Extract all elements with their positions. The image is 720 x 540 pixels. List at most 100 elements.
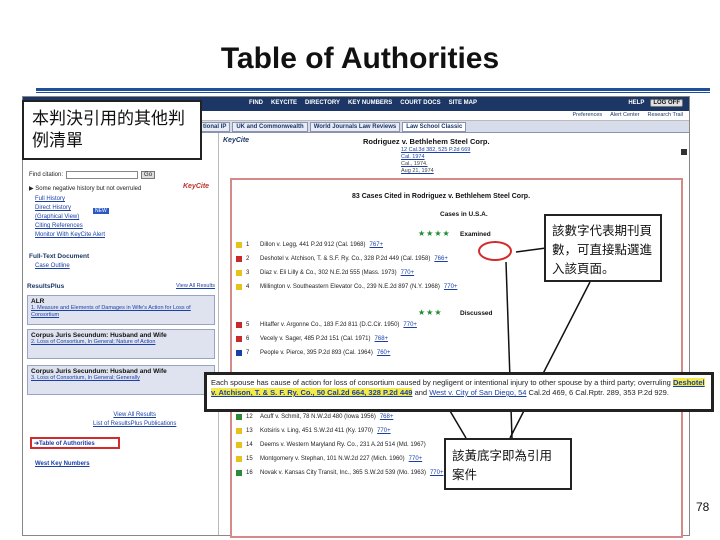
tab-law-school-classic[interactable]: Law School Classic: [402, 122, 467, 132]
page-number-link[interactable]: 770+: [444, 284, 458, 290]
monitor-keycite-link[interactable]: Monitor With KeyCite Alert: [35, 231, 105, 240]
case-text[interactable]: Kotsiris v. Ling, 451 S.W.2d 411 (Ky. 19…: [260, 428, 373, 434]
status-flag-icon: [236, 336, 242, 342]
status-flag-icon: [236, 322, 242, 328]
excerpt-tail: Cal.2d 469, 6 Cal.Rptr. 289, 353 P.2d 92…: [528, 388, 669, 397]
view-all-results-link[interactable]: View All Results: [93, 411, 176, 420]
case-row: 12 Acuff v. Schmit, 78 N.W.2d 480 (Iowa 1…: [236, 412, 676, 422]
case-text[interactable]: Acuff v. Schmit, 78 N.W.2d 480 (Iowa 195…: [260, 414, 376, 420]
page-number-link[interactable]: 770+: [409, 456, 423, 462]
results-box-cjs-1: Corpus Juris Secundum: Husband and Wife …: [27, 329, 215, 359]
citing-references-link[interactable]: Citing References: [35, 222, 105, 231]
cases-cited-header: 83 Cases Cited in Rodriguez v. Bethlehem…: [352, 193, 531, 200]
case-number: 1: [246, 242, 250, 248]
results-plus-header: ResultsPlus View All Results: [27, 283, 215, 293]
callout-bottom: 該黃底字即為引用案件: [444, 438, 572, 490]
status-flag-icon: [236, 242, 242, 248]
title-rule: [36, 88, 710, 91]
page-number-link[interactable]: 770+: [430, 470, 444, 476]
status-flag-icon: [236, 442, 242, 448]
status-flag-icon: [236, 428, 242, 434]
results-box-link[interactable]: 1. Measure and Elements of Damages in Wi…: [31, 305, 211, 319]
case-text[interactable]: Deems v. Western Maryland Ry. Co., 231 A…: [260, 442, 426, 448]
case-outline-link[interactable]: Case Outline: [35, 262, 70, 271]
keycite-status-note: ▶ Some negative history but not overrule…: [29, 185, 141, 192]
resultsplus-publications-link[interactable]: List of ResultsPlus Publications: [93, 420, 176, 429]
top-right-nav: HELP LOG OFF: [628, 99, 683, 107]
tabs: tional IP UK and Commonwealth World Jour…: [199, 122, 467, 132]
case-number: 15: [246, 456, 253, 462]
keycite-note-text: Some negative history but not overruled: [35, 186, 142, 192]
menu-icon[interactable]: [681, 149, 687, 155]
tab-intl-ip[interactable]: tional IP: [199, 122, 231, 132]
case-row: 5 Hitaffer v. Argonne Co., 183 F.2d 811 (…: [236, 320, 676, 330]
sidebar-bottom-links: View All Results List of ResultsPlus Pub…: [93, 411, 176, 429]
west-key-numbers-link[interactable]: West Key Numbers: [35, 461, 90, 467]
find-citation-row: Find citation: Go: [29, 171, 156, 179]
examined-label: Examined: [460, 231, 491, 238]
case-text[interactable]: Dillon v. Legg, 441 P.2d 912 (Cal. 1968): [260, 242, 366, 248]
status-flag-icon: [236, 456, 242, 462]
case-text[interactable]: Montgomery v. Stephan, 101 N.W.2d 227 (M…: [260, 456, 405, 462]
graphical-view-link[interactable]: (Graphical View): [35, 213, 105, 222]
results-plus-title: ResultsPlus: [27, 283, 65, 290]
alert-center-link[interactable]: Alert Center: [610, 112, 639, 118]
research-trail-link[interactable]: Research Trail: [648, 112, 683, 118]
page-number-link[interactable]: 760+: [377, 350, 391, 356]
page-number-link[interactable]: 768+: [380, 414, 394, 420]
case-text[interactable]: Hitaffer v. Argonne Co., 183 F.2d 811 (D…: [260, 322, 399, 328]
preferences-link[interactable]: Preferences: [573, 112, 603, 118]
tab-world-journals[interactable]: World Journals Law Reviews: [309, 122, 401, 132]
results-box-alr: ALR 1. Measure and Elements of Damages i…: [27, 295, 215, 325]
case-text[interactable]: Novak v. Kansas City Transit, Inc., 365 …: [260, 470, 426, 476]
full-history-link[interactable]: Full History: [35, 195, 105, 204]
case-number: 14: [246, 442, 253, 448]
case-text[interactable]: Millington v. Southeastern Elevator Co.,…: [260, 284, 440, 290]
keycite-logo: KeyCite: [183, 183, 210, 190]
nav-site-map[interactable]: SITE MAP: [449, 100, 477, 106]
page-number-link[interactable]: 770+: [401, 270, 415, 276]
nav-keycite[interactable]: KEYCITE: [271, 100, 297, 106]
case-row: 6 Vecely v. Sager, 485 P.2d 151 (Cal. 197…: [236, 334, 676, 344]
results-box-heading: Corpus Juris Secundum: Husband and Wife: [31, 332, 167, 339]
case-outline-links: Case Outline: [35, 262, 70, 271]
callout-right: 該數字代表期刊頁數，可直接點選進入該頁面。: [544, 214, 662, 282]
top-nav: FIND KEYCITE DIRECTORY KEY NUMBERS COURT…: [249, 100, 477, 106]
case-text[interactable]: Vecely v. Sager, 485 P.2d 151 (Cal. 1971…: [260, 336, 371, 342]
logoff-button[interactable]: LOG OFF: [650, 99, 683, 107]
results-box-link[interactable]: 3. Loss of Consortium, In General; Gener…: [31, 375, 211, 382]
page-number-link[interactable]: 770+: [403, 322, 417, 328]
view-all-results-top[interactable]: View All Results: [176, 283, 215, 293]
nav-find[interactable]: FIND: [249, 100, 263, 106]
case-number: 3: [246, 270, 250, 276]
page-number-link[interactable]: 767+: [370, 242, 384, 248]
case-citation[interactable]: 12 Cal.3d 382, 525 P.2d 669: [401, 147, 470, 154]
excerpt-text: Each spouse has cause of action for loss…: [211, 378, 671, 387]
case-citations: 12 Cal.3d 382, 525 P.2d 669 Cal. 1974 Ca…: [401, 147, 470, 175]
find-citation-input[interactable]: [66, 171, 139, 179]
nav-directory[interactable]: DIRECTORY: [305, 100, 340, 106]
status-flag-icon: [236, 284, 242, 290]
zoomed-excerpt: Each spouse has cause of action for loss…: [204, 372, 714, 412]
page-number-link[interactable]: 766+: [434, 256, 448, 262]
page-number-link[interactable]: 770+: [377, 428, 391, 434]
case-number: 2: [246, 256, 250, 262]
case-title: Rodriguez v. Bethlehem Steel Corp.: [363, 137, 490, 146]
go-button[interactable]: Go: [141, 171, 156, 179]
status-flag-icon: [236, 256, 242, 262]
results-box-heading: ALR: [31, 298, 45, 305]
table-of-authorities-link[interactable]: ➔Table of Authorities: [30, 437, 120, 449]
nav-court-docs[interactable]: COURT DOCS: [400, 100, 440, 106]
west-v-san-diego-link[interactable]: West v. City of San Diego, 54: [429, 388, 526, 397]
tab-uk-commonwealth[interactable]: UK and Commonwealth: [232, 122, 308, 132]
results-box-link[interactable]: 2. Loss of Consortium, In General; Natur…: [31, 339, 211, 346]
case-text[interactable]: Deshotel v. Atchison, T. & S.F. Ry. Co.,…: [260, 256, 430, 262]
case-text[interactable]: People v. Pierce, 395 P.2d 893 (Cal. 196…: [260, 350, 373, 356]
full-text-heading[interactable]: Full-Text Document: [29, 253, 89, 260]
help-link[interactable]: HELP: [628, 100, 644, 106]
page-number-link[interactable]: 768+: [375, 336, 389, 342]
case-row: 13 Kotsiris v. Ling, 451 S.W.2d 411 (Ky. …: [236, 426, 676, 436]
case-text[interactable]: Diaz v. Eli Lilly & Co., 302 N.E.2d 555 …: [260, 270, 397, 276]
new-badge: NEW: [93, 208, 109, 214]
nav-key-numbers[interactable]: KEY NUMBERS: [348, 100, 392, 106]
